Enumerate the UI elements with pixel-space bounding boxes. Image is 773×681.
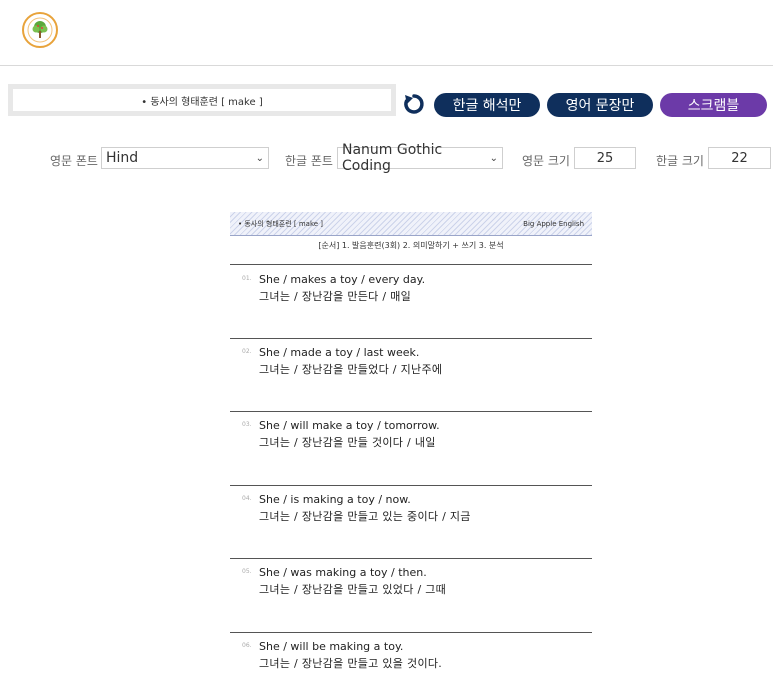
korean-font-label: 한글 폰트 [285,154,333,168]
english-sentence: She / was making a toy / then. [259,566,427,579]
chevron-down-icon: ⌄ [489,152,498,164]
header-divider [0,65,773,66]
korean-font-select[interactable]: Nanum Gothic Coding ⌄ [337,142,503,174]
korean-translation: 그녀는 / 장난감을 만든다 / 매일 [259,290,412,303]
korean-font-value: Nanum Gothic Coding [342,142,443,174]
english-only-button[interactable]: 영어 문장만 [547,93,653,117]
divider [230,632,592,633]
korean-size-input[interactable]: 22 [708,147,771,169]
korean-size-label: 한글 크기 [656,154,704,168]
item-number: 06. [242,642,252,649]
korean-translation: 그녀는 / 장난감을 만들고 있을 것이다. [259,657,443,670]
chevron-down-icon: ⌄ [255,152,264,164]
item-number: 03. [242,421,252,428]
divider [230,411,592,412]
worksheet-header: • 동사의 형태훈련 [ make ] Big Apple English [230,212,592,236]
item-number: 02. [242,348,252,355]
logo[interactable] [22,12,58,48]
korean-translation: 그녀는 / 장난감을 만들었다 / 지난주에 [259,363,443,376]
korean-translation: 그녀는 / 장난감을 만들고 있었다 / 그때 [259,583,447,596]
english-sentence: She / made a toy / last week. [259,346,420,359]
english-sentence: She / makes a toy / every day. [259,273,426,286]
worksheet-header-title: • 동사의 형태훈련 [ make ] [238,219,324,228]
title-box: • 동사의 형태훈련 [ make ] [8,84,396,116]
english-font-label: 영문 폰트 [50,154,98,168]
divider [230,485,592,486]
worksheet-title: • 동사의 형태훈련 [ make ] [13,89,391,111]
english-font-select[interactable]: Hind ⌄ [101,147,269,169]
reload-icon [404,94,424,114]
item-number: 05. [242,568,252,575]
english-size-label: 영문 크기 [522,154,570,168]
korean-only-button[interactable]: 한글 해석만 [434,93,540,117]
worksheet-instructions: [순서] 1. 발음훈련(3회) 2. 의미말하기 + 쓰기 3. 분석 [318,241,504,250]
item-number: 01. [242,275,252,282]
divider [230,558,592,559]
english-size-input[interactable]: 25 [574,147,636,169]
worksheet-brand: Big Apple English [523,219,584,228]
tree-logo-icon [27,17,53,43]
divider [230,338,592,339]
english-sentence: She / will make a toy / tomorrow. [259,419,440,432]
korean-translation: 그녀는 / 장난감을 만들고 있는 중이다 / 지금 [259,510,471,523]
english-sentence: She / will be making a toy. [259,640,404,653]
korean-translation: 그녀는 / 장난감을 만들 것이다 / 내일 [259,436,436,449]
reload-button[interactable] [402,92,426,116]
item-number: 04. [242,495,252,502]
english-font-value: Hind [106,150,139,166]
scramble-button[interactable]: 스크램블 [660,93,767,117]
divider [230,264,592,265]
english-sentence: She / is making a toy / now. [259,493,411,506]
